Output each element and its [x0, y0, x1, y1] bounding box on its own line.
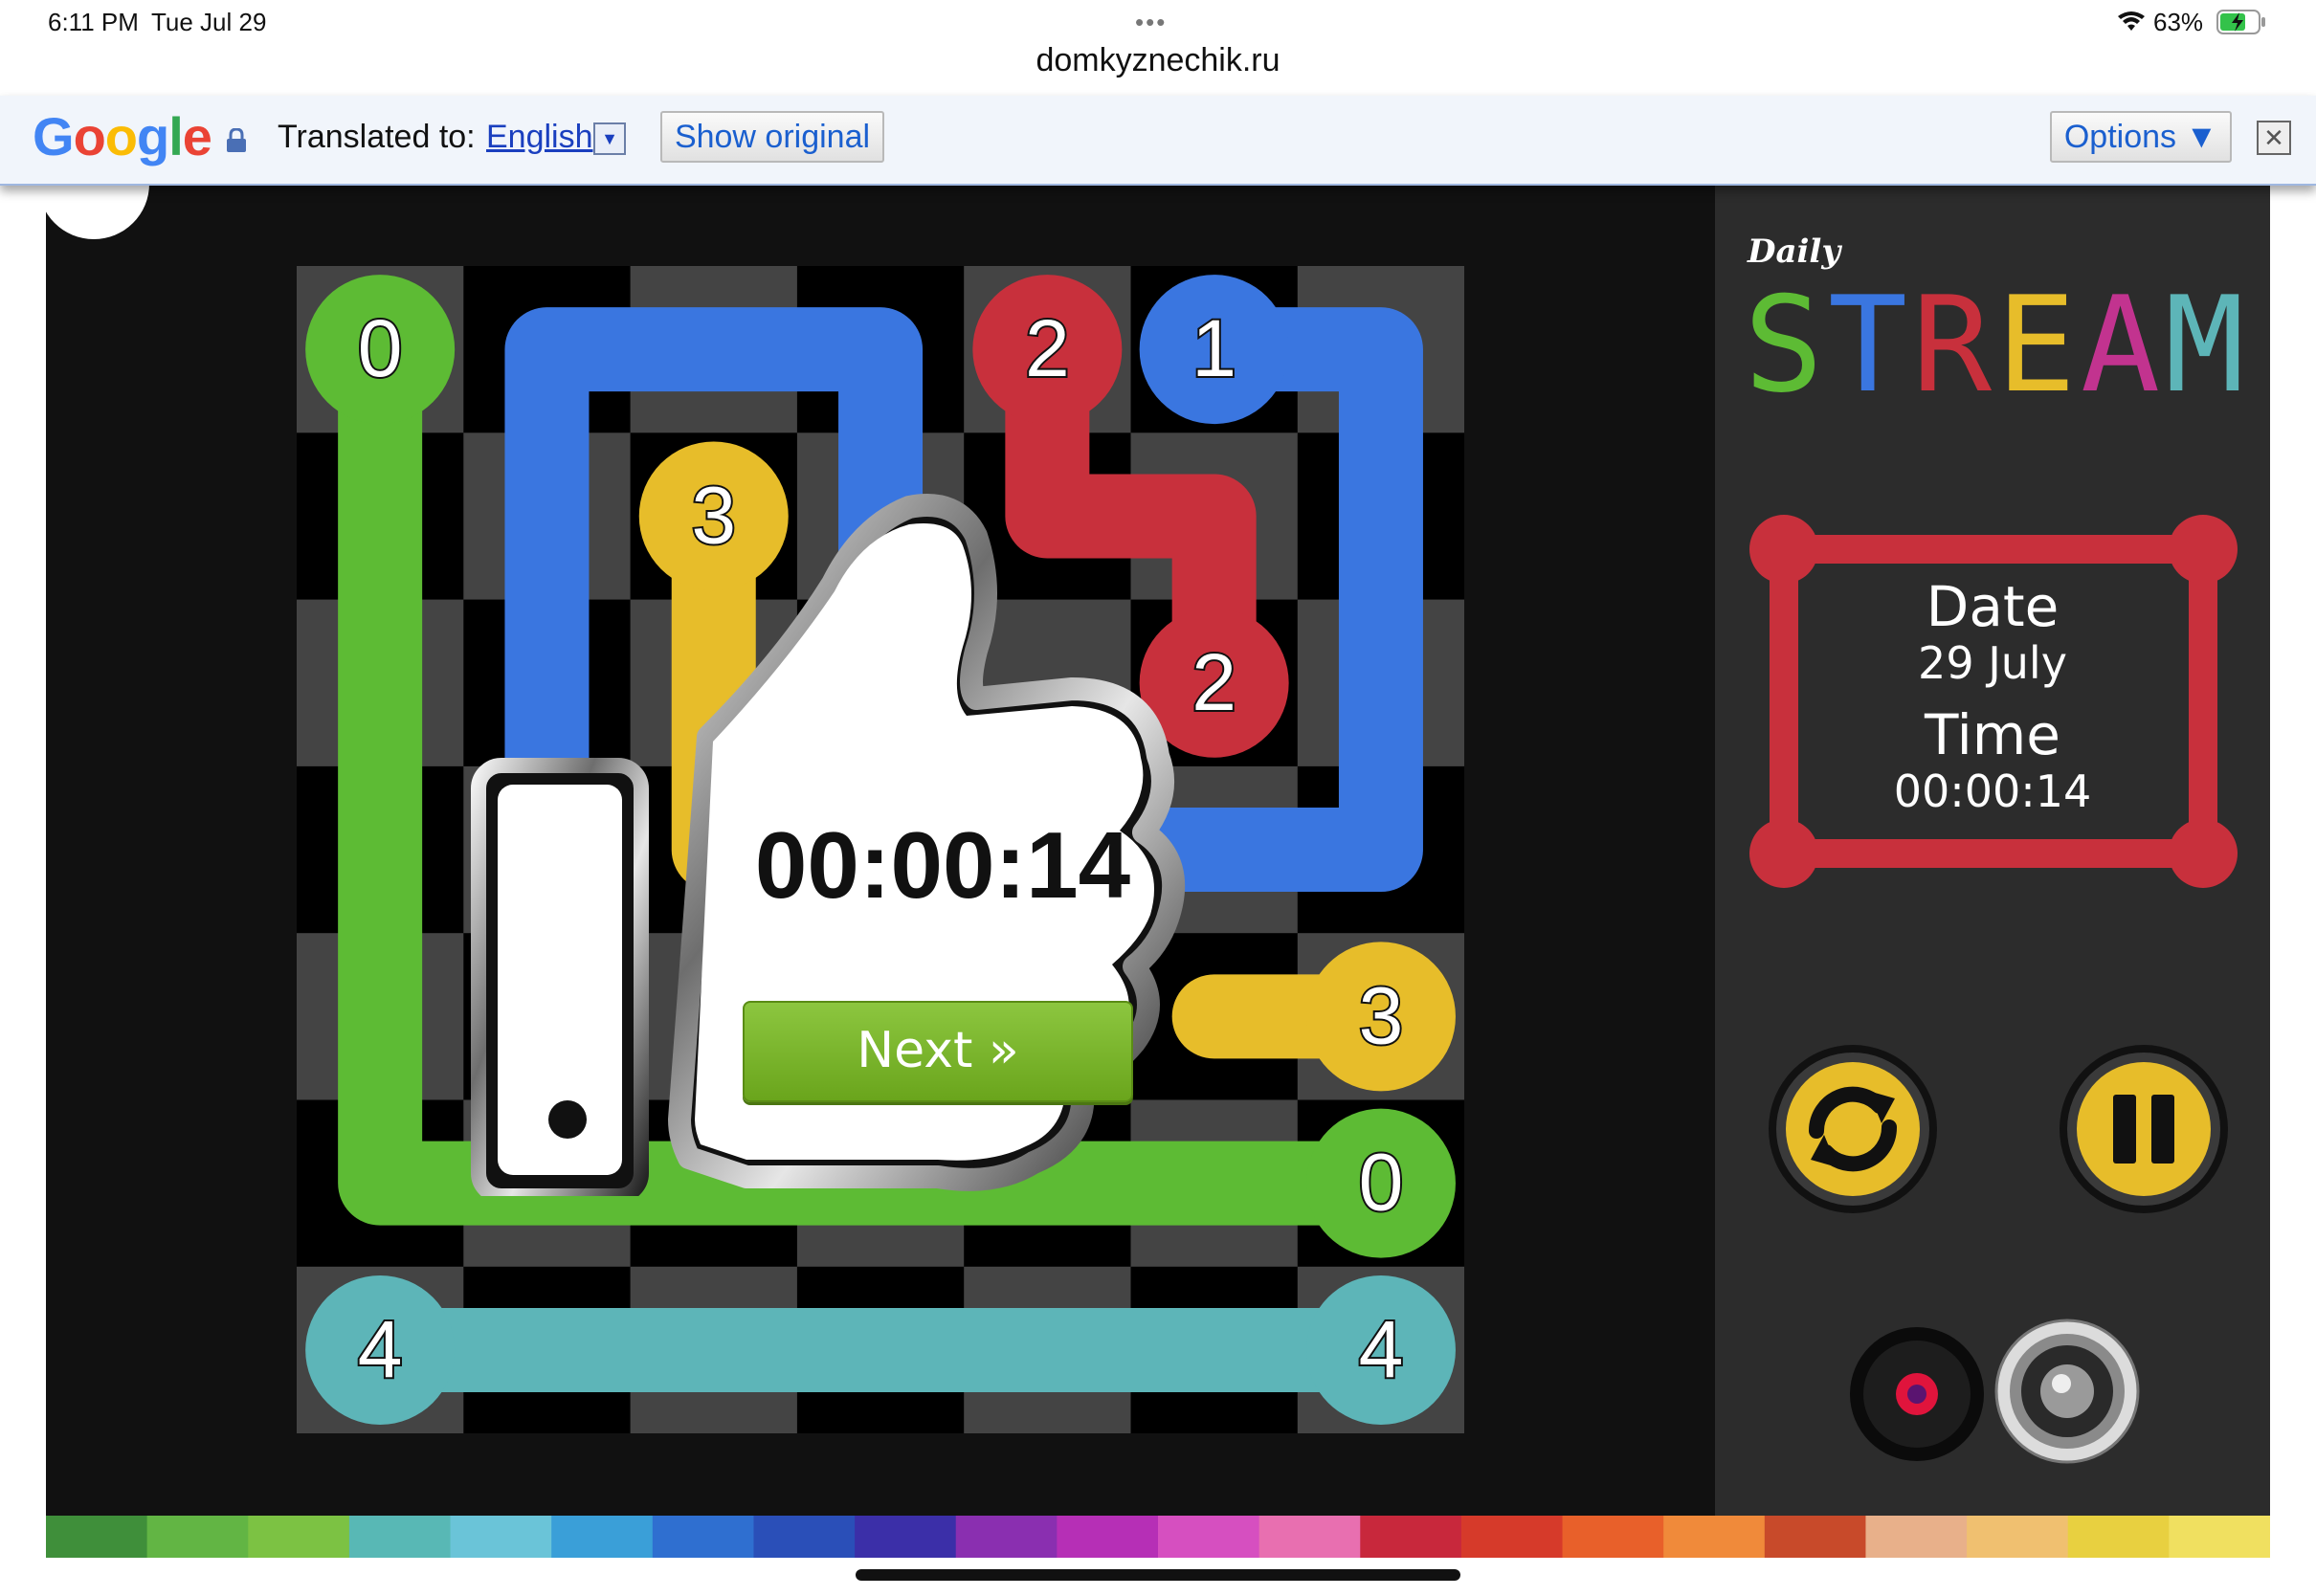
strip-segment — [955, 1516, 1058, 1558]
strip-segment — [2169, 1516, 2270, 1558]
strip-segment — [1663, 1516, 1766, 1558]
strip-segment — [753, 1516, 857, 1558]
endpoint-label: 4 — [1359, 1304, 1404, 1394]
status-time: 6:11 PM — [48, 8, 139, 36]
battery-icon — [2216, 10, 2265, 34]
time-value: 00:00:14 — [1893, 765, 2092, 817]
strip-segment — [1967, 1516, 2069, 1558]
strip-segment — [46, 1516, 148, 1558]
endpoint-0[interactable]: 0 — [305, 275, 456, 425]
next-button[interactable]: Next » — [743, 1001, 1133, 1102]
endpoint-label: 0 — [1359, 1138, 1404, 1228]
daily-stream-logo: Daily STREAM — [1744, 233, 2244, 402]
endpoint-2[interactable]: 2 — [972, 275, 1123, 425]
endpoint-label: 0 — [358, 303, 403, 393]
strip-segment — [1764, 1516, 1867, 1558]
google-translate-bar: Google Translated to: English ▼ Show ori… — [0, 96, 2316, 186]
logo-letter: R — [1912, 268, 1993, 402]
strip-segment — [652, 1516, 755, 1558]
strip-segment — [551, 1516, 654, 1558]
strip-segment — [1460, 1516, 1564, 1558]
lock-icon — [227, 128, 246, 152]
status-bar: 6:11 PM Tue Jul 29 ••• 63% — [0, 0, 2316, 44]
record-button[interactable] — [1849, 1326, 1985, 1462]
sound-button[interactable] — [1994, 1319, 2140, 1464]
cuff-button-icon — [548, 1100, 587, 1139]
strip-segment — [450, 1516, 553, 1558]
endpoint-label: 1 — [1191, 303, 1236, 393]
logo-letter: M — [2165, 268, 2244, 402]
endpoint-0[interactable]: 0 — [1305, 1108, 1456, 1258]
pause-button[interactable] — [2058, 1043, 2230, 1215]
strip-segment — [1057, 1516, 1159, 1558]
home-indicator[interactable] — [856, 1569, 1460, 1581]
strip-segment — [1258, 1516, 1362, 1558]
close-translate-button[interactable]: ✕ — [2257, 121, 2291, 155]
logo-letter: T — [1828, 268, 1907, 402]
translated-to-label: Translated to: — [278, 119, 476, 155]
logo-letter: A — [2081, 268, 2160, 402]
strip-segment — [348, 1516, 452, 1558]
restart-button[interactable] — [1767, 1043, 1939, 1215]
google-logo: Google — [33, 106, 212, 166]
strip-segment — [855, 1516, 957, 1558]
logo-letter: S — [1744, 268, 1823, 402]
endpoint-label: 4 — [358, 1304, 403, 1394]
date-label: Date — [1926, 574, 2060, 639]
strip-segment — [1158, 1516, 1260, 1558]
logo-small-text: Daily — [1747, 233, 1842, 271]
language-dropdown-icon[interactable]: ▼ — [593, 122, 626, 155]
battery-percent: 63% — [2153, 8, 2204, 36]
strip-segment — [1360, 1516, 1462, 1558]
show-original-button[interactable]: Show original — [660, 111, 884, 163]
time-label: Time — [1925, 702, 2060, 767]
strip-segment — [146, 1516, 250, 1558]
endpoint-4[interactable]: 4 — [1305, 1275, 1456, 1425]
multitask-dots-icon[interactable]: ••• — [1135, 8, 1167, 37]
status-date: Tue Jul 29 — [151, 8, 267, 36]
date-value: 29 July — [1918, 637, 2067, 689]
strip-segment — [1865, 1516, 1969, 1558]
strip-segment — [1562, 1516, 1665, 1558]
logo-letter: E — [1996, 268, 2076, 402]
options-button[interactable]: Options ▼ — [2050, 111, 2232, 163]
decorative-color-strip — [46, 1516, 2270, 1558]
strip-segment — [2067, 1516, 2171, 1558]
logo-big-text: STREAM — [1744, 268, 2244, 402]
date-time-frame — [1749, 515, 2238, 888]
endpoint-1[interactable]: 1 — [1139, 275, 1289, 425]
wifi-icon — [2118, 11, 2145, 31]
strip-segment — [248, 1516, 350, 1558]
endpoint-3[interactable]: 3 — [1305, 942, 1456, 1092]
url-bar[interactable]: domkyznechik.ru — [0, 42, 2316, 79]
endpoint-4[interactable]: 4 — [305, 1275, 456, 1425]
language-link[interactable]: English — [486, 119, 593, 156]
endpoint-label: 3 — [1359, 970, 1404, 1060]
overlay-time: 00:00:14 — [754, 812, 1131, 918]
endpoint-label: 2 — [1025, 303, 1070, 393]
